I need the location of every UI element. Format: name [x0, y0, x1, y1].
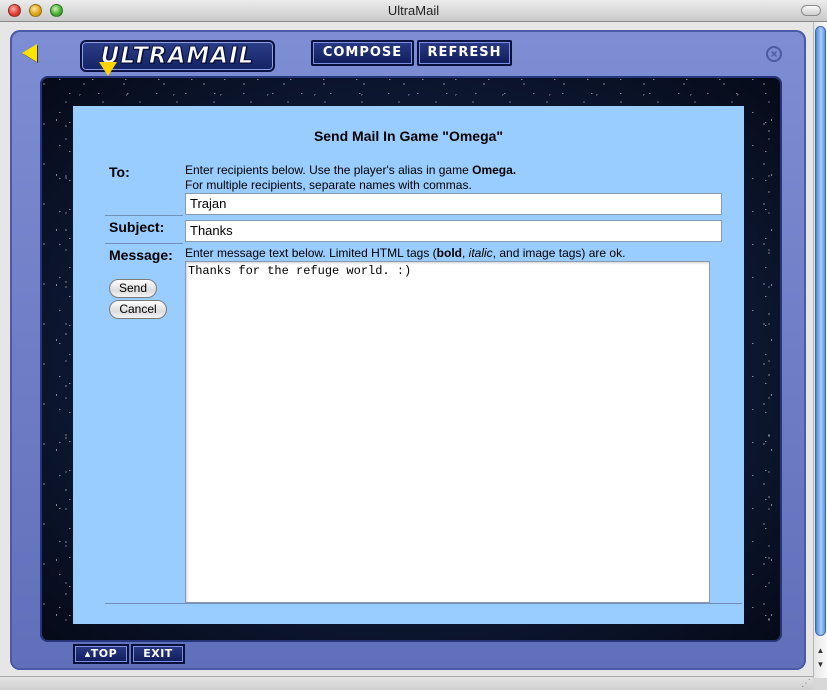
- send-button[interactable]: Send: [109, 279, 157, 298]
- ultramail-frame: ULTRAMAIL COMPOSE REFRESH × Send Mail In…: [10, 30, 806, 670]
- divider: [105, 215, 183, 216]
- message-hint: Enter message text below. Limited HTML t…: [185, 246, 625, 260]
- message-label: Message:: [109, 247, 173, 263]
- logo-badge-icon: [99, 62, 117, 76]
- window-minimize-icon[interactable]: [29, 4, 42, 17]
- app-area: ULTRAMAIL COMPOSE REFRESH × Send Mail In…: [0, 22, 813, 676]
- divider: [105, 243, 183, 244]
- form-title: Send Mail In Game "Omega": [313, 128, 504, 144]
- message-hint-text: Enter message text below. Limited HTML t…: [185, 246, 437, 260]
- scroll-down-icon[interactable]: ▼: [815, 659, 826, 671]
- divider: [105, 603, 742, 604]
- message-hint-suffix: , and image tags) are ok.: [492, 246, 626, 260]
- top-button[interactable]: ▴TOP: [73, 644, 129, 664]
- window-bottom-bar: [0, 676, 813, 690]
- message-textarea[interactable]: Thanks for the refuge world. :): [185, 261, 710, 603]
- to-input[interactable]: Trajan: [185, 193, 722, 215]
- subject-label: Subject:: [109, 219, 165, 235]
- to-hint-text: Enter recipients below. Use the player's…: [185, 163, 473, 177]
- exit-button[interactable]: EXIT: [131, 644, 185, 664]
- window-close-icon[interactable]: [8, 4, 21, 17]
- to-hint-game: Omega.: [472, 163, 517, 177]
- subject-input[interactable]: Thanks: [185, 220, 722, 242]
- window-titlebar: UltraMail: [0, 0, 827, 22]
- resize-grip-icon[interactable]: ⋰: [801, 678, 811, 689]
- to-label: To:: [109, 164, 130, 180]
- window-zoom-icon[interactable]: [50, 4, 63, 17]
- back-arrow-icon[interactable]: [22, 44, 37, 62]
- cancel-button[interactable]: Cancel: [109, 300, 167, 319]
- to-hint-line2: For multiple recipients, separate names …: [185, 178, 472, 192]
- toolbar-toggle-icon[interactable]: [801, 5, 821, 16]
- refresh-button[interactable]: REFRESH: [417, 40, 512, 66]
- message-hint-sep: ,: [462, 246, 469, 260]
- scrollbar-thumb[interactable]: [815, 26, 826, 636]
- scroll-up-icon[interactable]: ▲: [815, 645, 826, 657]
- message-hint-italic: italic: [468, 246, 493, 260]
- close-circle-icon[interactable]: ×: [766, 46, 782, 62]
- window-title: UltraMail: [387, 3, 440, 18]
- compose-panel: Send Mail In Game "Omega" To: Enter reci…: [73, 106, 744, 624]
- to-hint-line1: Enter recipients below. Use the player's…: [185, 163, 516, 177]
- message-hint-bold: bold: [436, 246, 462, 260]
- compose-button[interactable]: COMPOSE: [311, 40, 414, 66]
